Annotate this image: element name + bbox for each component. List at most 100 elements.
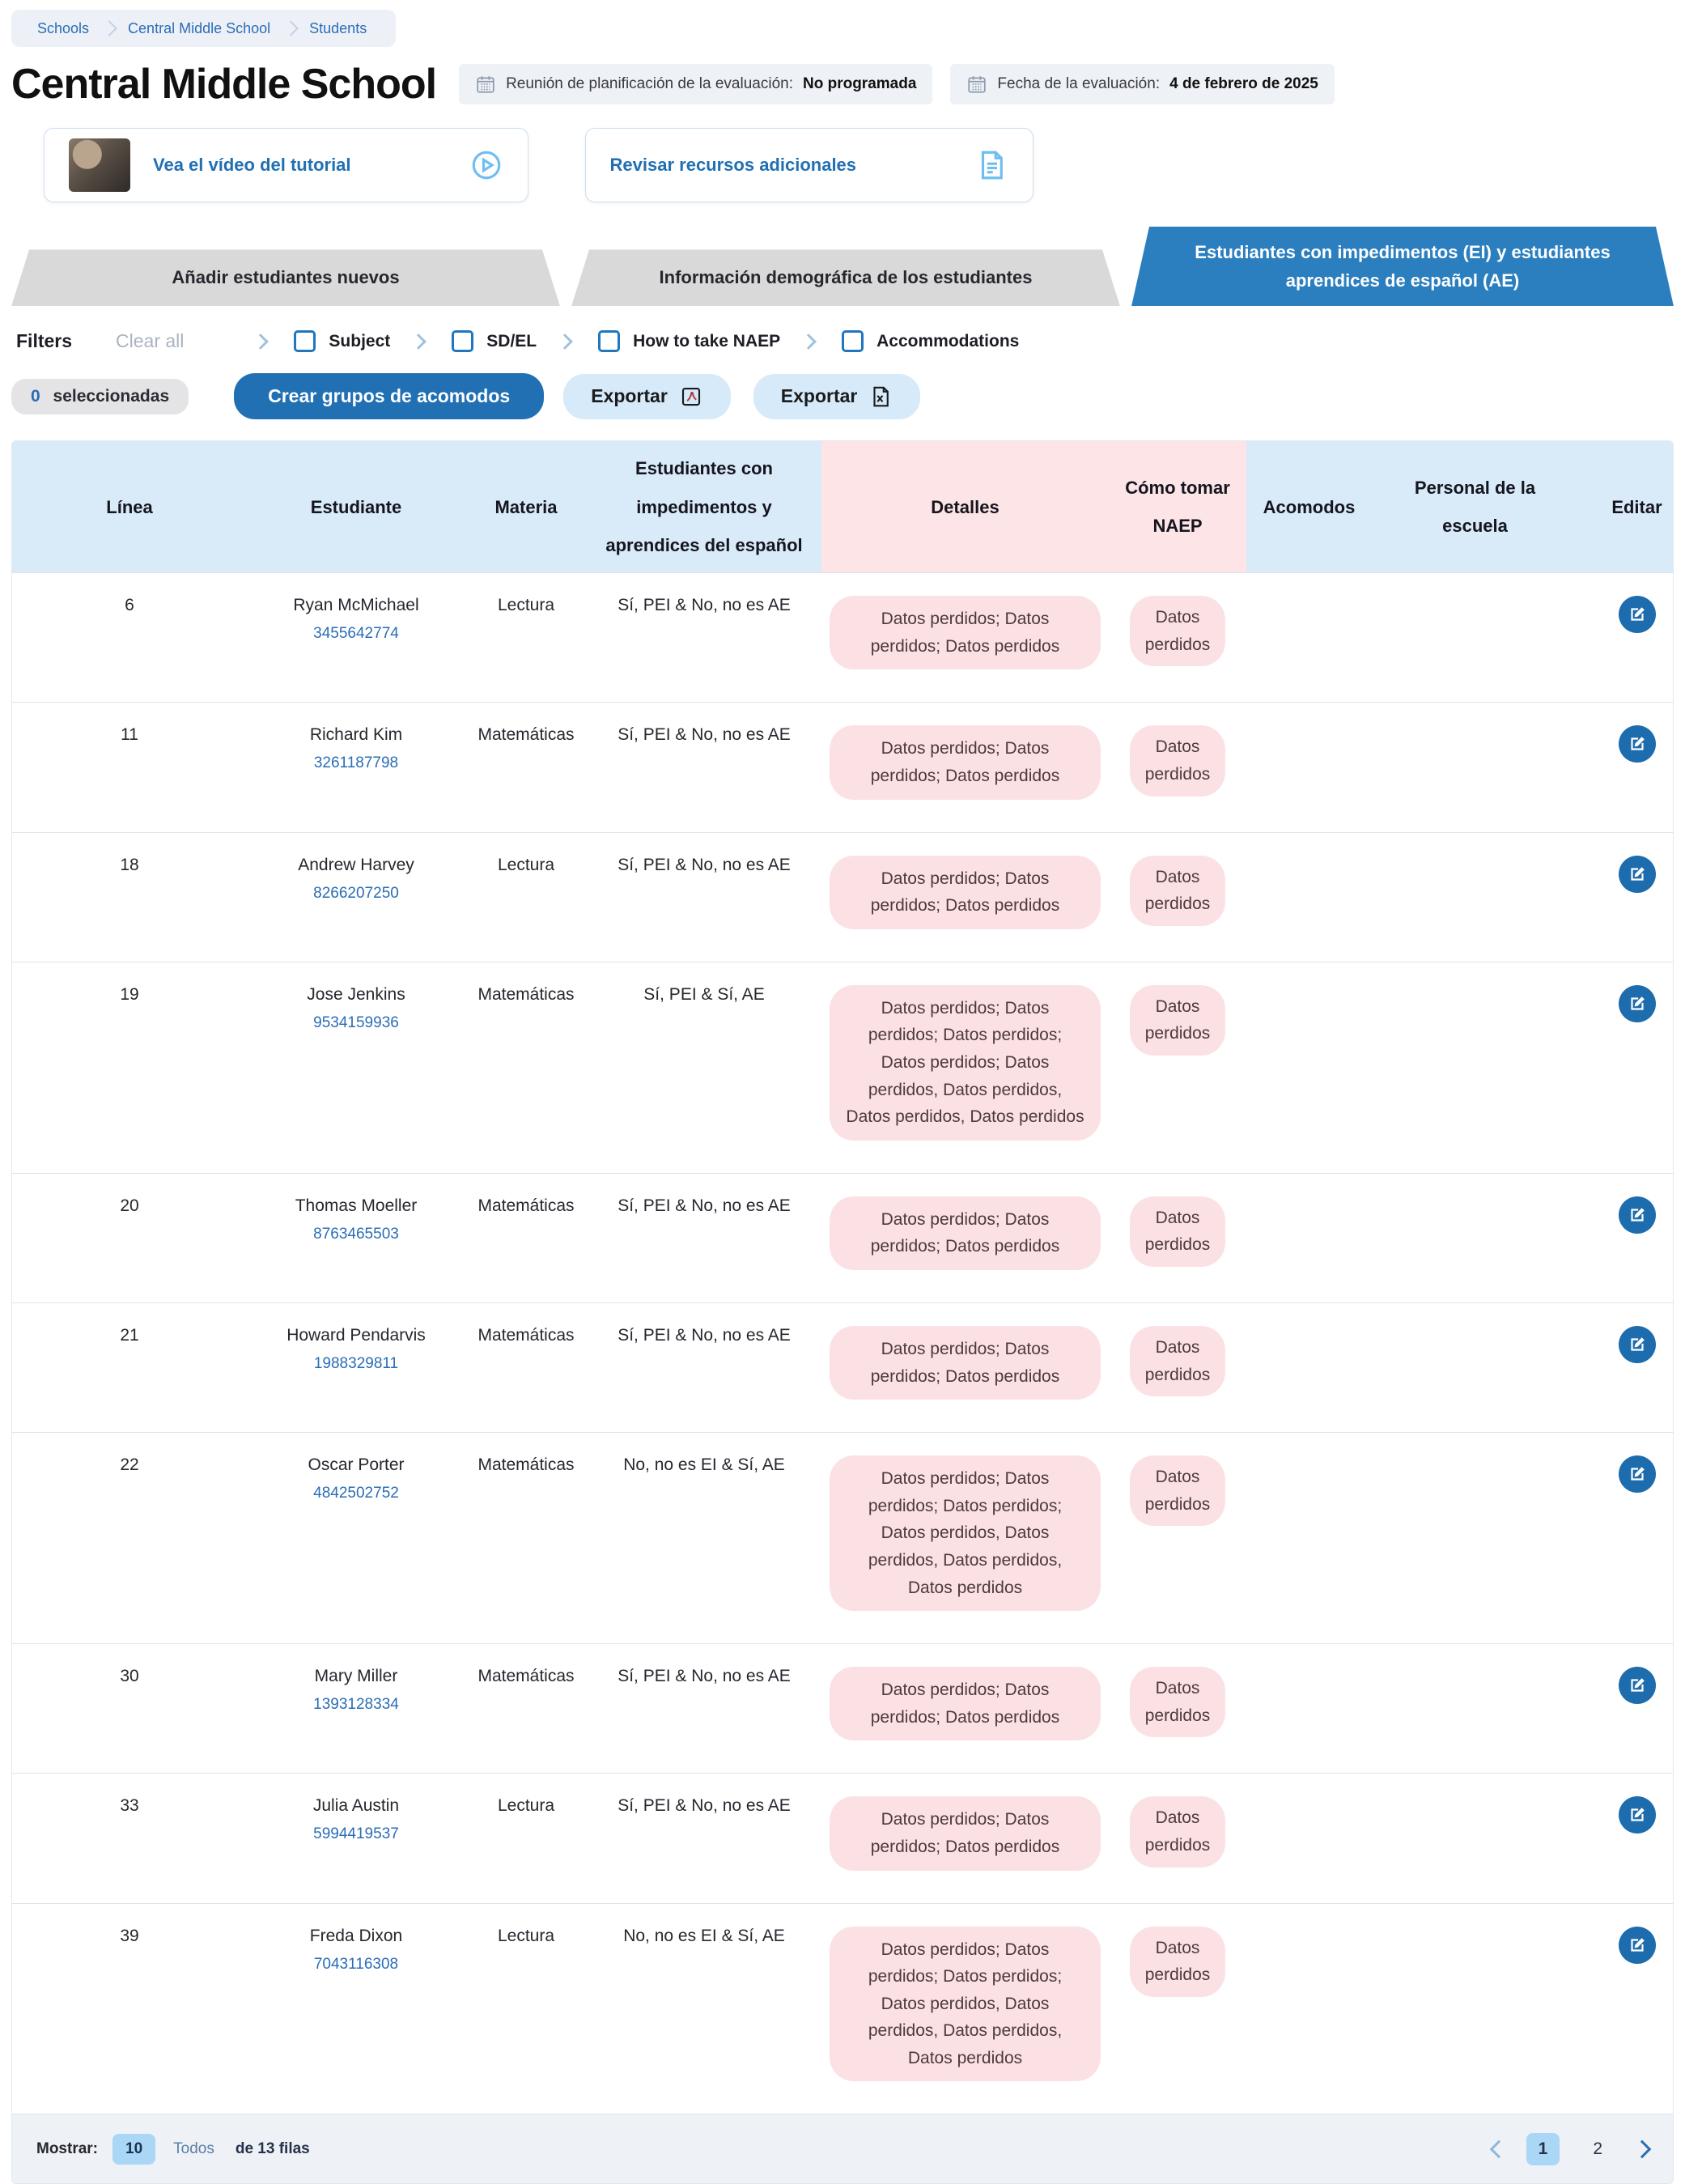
student-id-link[interactable]: 5994419537 <box>313 1825 399 1843</box>
tab-add-new-students[interactable]: Añadir estudiantes nuevos <box>11 249 560 306</box>
breadcrumb-item-school[interactable]: Central Middle School <box>120 17 278 40</box>
resource-cards: Vea el vídeo del tutorial Revisar recurs… <box>44 128 1674 202</box>
tutorial-video-card[interactable]: Vea el vídeo del tutorial <box>44 128 528 202</box>
edit-student-button[interactable] <box>1619 985 1656 1022</box>
line-number: 22 <box>120 1455 138 1475</box>
edit-icon <box>1627 733 1648 754</box>
tab-demographic-info[interactable]: Información demográfica de los estudiant… <box>571 249 1120 306</box>
edit-student-button[interactable] <box>1619 1927 1656 1964</box>
edit-student-button[interactable] <box>1619 1667 1656 1704</box>
calendar-icon <box>966 74 987 95</box>
sd-el-status: Sí, PEI & No, no es AE <box>618 725 791 745</box>
breadcrumb-item-students[interactable]: Students <box>301 17 375 40</box>
edit-icon <box>1627 1334 1648 1355</box>
line-number: 6 <box>125 596 134 615</box>
play-circle-icon <box>469 148 503 182</box>
table-row: 6 Ryan McMichael 3455642774 Lectura Sí, … <box>12 572 1673 702</box>
chevron-left-icon[interactable] <box>1489 2140 1508 2159</box>
student-id-link[interactable]: 1393128334 <box>313 1696 399 1714</box>
page-title: Central Middle School <box>11 60 436 108</box>
show-all-button[interactable]: Todos <box>173 2140 214 2158</box>
total-rows-label: de 13 filas <box>236 2140 310 2158</box>
students-table: Línea Estudiante Materia Estudiantes con… <box>11 440 1674 2184</box>
student-name: Jose Jenkins <box>307 985 405 1005</box>
line-number: 19 <box>120 985 138 1005</box>
assessment-date-badge: Fecha de la evaluación: 4 de febrero de … <box>950 64 1334 104</box>
edit-icon <box>1627 604 1648 625</box>
export-pdf-button[interactable]: Exportar <box>563 374 731 419</box>
filters-bar: Filters Clear all Subject SD/EL How to t… <box>16 330 1674 352</box>
student-id-link[interactable]: 4842502752 <box>313 1485 399 1502</box>
how-to-take-filter-checkbox[interactable] <box>598 330 620 352</box>
student-id-link[interactable]: 7043116308 <box>314 1956 398 1974</box>
how-to-take-missing-data-pill: Datos perdidos <box>1130 596 1225 666</box>
breadcrumb: Schools Central Middle School Students <box>11 10 396 47</box>
edit-student-button[interactable] <box>1619 1455 1656 1493</box>
student-name: Freda Dixon <box>310 1927 402 1946</box>
edit-student-button[interactable] <box>1619 1196 1656 1234</box>
assessment-date-value: 4 de febrero de 2025 <box>1169 75 1318 93</box>
tab-sd-el-students[interactable]: Estudiantes con impedimentos (EI) y estu… <box>1131 227 1674 306</box>
planning-meeting-badge: Reunión de planificación de la evaluació… <box>459 64 932 104</box>
table-row: 20 Thomas Moeller 8763465503 Matemáticas… <box>12 1173 1673 1302</box>
clear-all-filters-button[interactable]: Clear all <box>116 330 184 352</box>
document-icon <box>974 148 1008 182</box>
column-header-sd-el: Estudiantes con impedimentos y aprendice… <box>587 441 821 572</box>
export-excel-button[interactable]: Exportar <box>753 374 921 419</box>
table-row: 19 Jose Jenkins 9534159936 Matemáticas S… <box>12 962 1673 1173</box>
accommodations-filter-checkbox[interactable] <box>842 330 864 352</box>
line-number: 39 <box>120 1927 138 1946</box>
table-footer: Mostrar: 10 Todos de 13 filas 1 2 <box>12 2114 1673 2183</box>
subject-filter-label: Subject <box>329 332 390 351</box>
filter-group-how-to-take: How to take NAEP <box>537 330 780 352</box>
edit-icon <box>1627 1675 1648 1696</box>
chevron-right-icon[interactable] <box>1633 2140 1652 2159</box>
tab-bar: Añadir estudiantes nuevos Información de… <box>11 227 1674 306</box>
student-id-link[interactable]: 8763465503 <box>313 1226 399 1243</box>
edit-student-button[interactable] <box>1619 856 1656 893</box>
details-missing-data-pill: Datos perdidos; Datos perdidos; Datos pe… <box>830 1667 1101 1740</box>
table-row: 30 Mary Miller 1393128334 Matemáticas Sí… <box>12 1643 1673 1773</box>
page-size-10-button[interactable]: 10 <box>112 2134 155 2165</box>
create-accommodation-groups-button[interactable]: Crear grupos de acomodos <box>234 373 544 419</box>
student-id-link[interactable]: 9534159936 <box>313 1014 399 1032</box>
details-missing-data-pill: Datos perdidos; Datos perdidos; Datos pe… <box>830 1927 1101 2082</box>
student-id-link[interactable]: 1988329811 <box>314 1355 398 1373</box>
details-missing-data-pill: Datos perdidos; Datos perdidos; Datos pe… <box>830 1796 1101 1870</box>
how-to-take-missing-data-pill: Datos perdidos <box>1130 1927 1225 1997</box>
table-row: 33 Julia Austin 5994419537 Lectura Sí, P… <box>12 1773 1673 1902</box>
sd-el-status: No, no es EI & Sí, AE <box>623 1927 785 1946</box>
subject-value: Matemáticas <box>477 1196 574 1216</box>
details-missing-data-pill: Datos perdidos; Datos perdidos; Datos pe… <box>830 985 1101 1141</box>
export-pdf-label: Exportar <box>591 385 668 407</box>
sd-el-status: Sí, PEI & No, no es AE <box>618 1326 791 1345</box>
how-to-take-missing-data-pill: Datos perdidos <box>1130 1455 1225 1526</box>
student-id-link[interactable]: 3261187798 <box>314 754 398 772</box>
assessment-date-label: Fecha de la evaluación: <box>997 75 1160 93</box>
subject-value: Lectura <box>498 856 554 875</box>
sd-el-status: Sí, PEI & No, no es AE <box>618 856 791 875</box>
edit-student-button[interactable] <box>1619 1326 1656 1363</box>
page-2-button[interactable]: 2 <box>1581 2133 1615 2165</box>
subject-filter-checkbox[interactable] <box>294 330 316 352</box>
chevron-right-icon <box>557 334 573 350</box>
additional-resources-card[interactable]: Revisar recursos adicionales <box>585 128 1034 202</box>
sdel-filter-checkbox[interactable] <box>452 330 473 352</box>
sd-el-status: Sí, PEI & No, no es AE <box>618 1667 791 1686</box>
edit-student-button[interactable] <box>1619 1796 1656 1833</box>
pdf-file-icon <box>679 385 703 409</box>
filter-group-sdel: SD/EL <box>390 330 537 352</box>
student-id-link[interactable]: 8266207250 <box>313 885 399 903</box>
edit-icon <box>1627 1464 1648 1485</box>
subject-value: Matemáticas <box>477 985 574 1005</box>
breadcrumb-item-schools[interactable]: Schools <box>29 17 97 40</box>
student-id-link[interactable]: 3455642774 <box>313 625 399 643</box>
table-header-row: Línea Estudiante Materia Estudiantes con… <box>12 441 1673 572</box>
how-to-take-missing-data-pill: Datos perdidos <box>1130 985 1225 1056</box>
table-body: 6 Ryan McMichael 3455642774 Lectura Sí, … <box>12 572 1673 2114</box>
page-1-button[interactable]: 1 <box>1526 2133 1560 2165</box>
table-row: 11 Richard Kim 3261187798 Matemáticas Sí… <box>12 702 1673 831</box>
edit-icon <box>1627 1205 1648 1226</box>
edit-student-button[interactable] <box>1619 725 1656 763</box>
edit-student-button[interactable] <box>1619 596 1656 633</box>
